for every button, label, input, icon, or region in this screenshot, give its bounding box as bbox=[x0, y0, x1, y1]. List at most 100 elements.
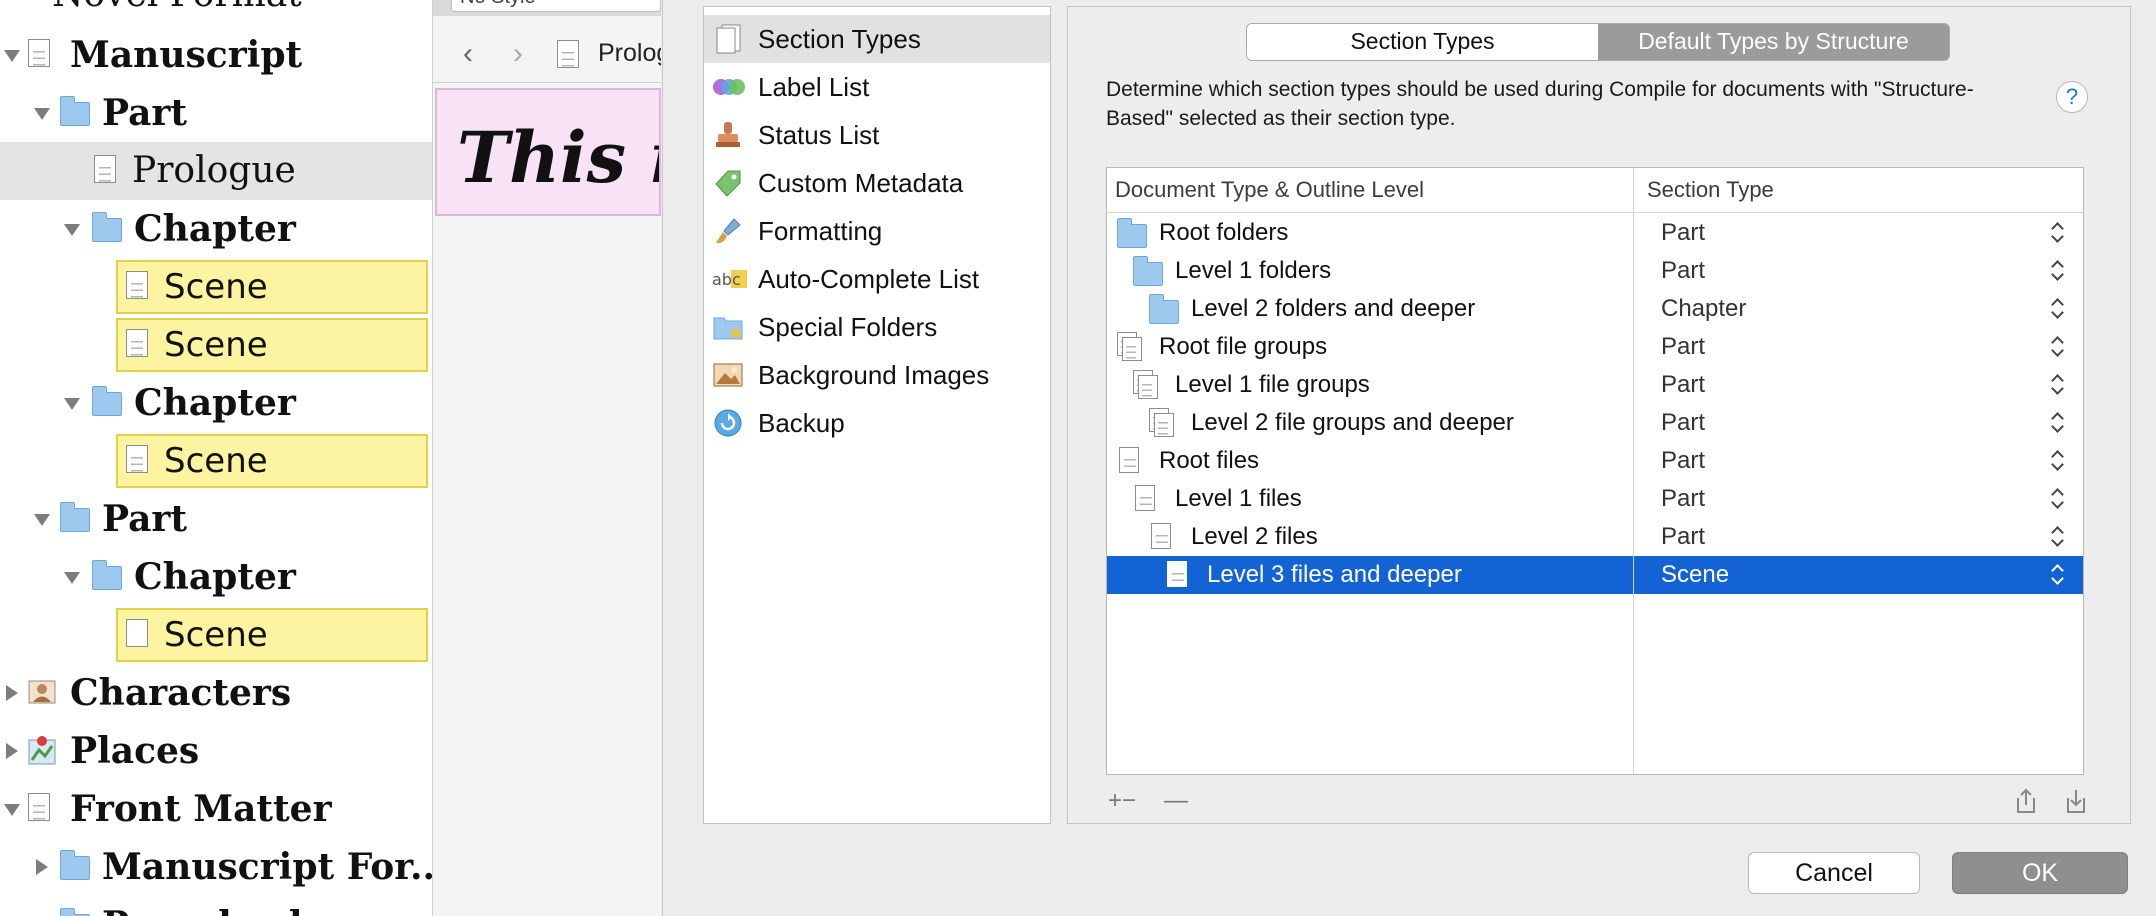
panel-tab-switcher: Section Types Default Types by Structure bbox=[1246, 23, 1950, 61]
disclosure-down-icon[interactable] bbox=[64, 224, 80, 236]
section-type-select[interactable]: Part bbox=[1661, 214, 1705, 252]
sidebar-item-custom-metadata[interactable]: Custom Metadata bbox=[704, 159, 1050, 207]
disclosure-down-icon[interactable] bbox=[64, 398, 80, 410]
folder-icon bbox=[1132, 256, 1163, 286]
disclosure-right-icon[interactable] bbox=[6, 743, 18, 759]
front-matter-icon bbox=[28, 793, 50, 821]
binder-row-manuscript[interactable]: Manuscript bbox=[0, 26, 432, 84]
editor-breadcrumb[interactable]: Prolog bbox=[598, 39, 661, 68]
panel-description: Determine which section types should be … bbox=[1106, 78, 1974, 130]
binder-item-label: Characters bbox=[70, 672, 292, 714]
select-stepper-icon[interactable] bbox=[2051, 259, 2063, 283]
section-type-select[interactable]: Part bbox=[1661, 404, 1705, 442]
binder-row-manuscript-format[interactable]: Manuscript For... bbox=[0, 838, 432, 896]
binder-row-novel-format[interactable]: Novel Format bbox=[0, 0, 432, 24]
sidebar-item-label: Custom Metadata bbox=[758, 168, 964, 198]
table-row[interactable]: Level 2 file groups and deeper Part bbox=[1107, 404, 2083, 442]
brush-icon bbox=[712, 216, 744, 246]
scene-highlight bbox=[116, 434, 428, 488]
table-row[interactable]: Root files Part bbox=[1107, 442, 2083, 480]
export-icon[interactable] bbox=[2014, 787, 2038, 826]
sidebar-item-label-list[interactable]: Label List bbox=[704, 63, 1050, 111]
binder-row-characters[interactable]: Characters bbox=[0, 664, 432, 722]
table-row-selected[interactable]: Level 3 files and deeper Scene bbox=[1107, 556, 2083, 594]
select-stepper-icon[interactable] bbox=[2051, 563, 2063, 587]
tab-section-types[interactable]: Section Types bbox=[1247, 24, 1598, 60]
style-selector[interactable]: No Style bbox=[451, 0, 661, 12]
select-stepper-icon[interactable] bbox=[2051, 335, 2063, 359]
binder-row-part[interactable]: Part bbox=[0, 490, 432, 548]
binder-row-places[interactable]: Places bbox=[0, 722, 432, 780]
section-type-select[interactable]: Part bbox=[1661, 328, 1705, 366]
sidebar-item-formatting[interactable]: Formatting bbox=[704, 207, 1050, 255]
row-label: Root files bbox=[1159, 447, 1260, 474]
binder-row-prologue[interactable]: Prologue bbox=[0, 142, 432, 200]
editor-text-area[interactable]: This is bbox=[435, 88, 661, 216]
column-header-document-type[interactable]: Document Type & Outline Level bbox=[1115, 168, 1424, 212]
disclosure-down-icon[interactable] bbox=[34, 108, 50, 120]
column-header-section-type[interactable]: Section Type bbox=[1647, 168, 1774, 212]
row-label: Level 2 folders and deeper bbox=[1191, 295, 1476, 322]
binder-item-label: Chapter bbox=[134, 382, 296, 424]
section-type-select[interactable]: Scene bbox=[1661, 556, 1729, 594]
select-stepper-icon[interactable] bbox=[2051, 373, 2063, 397]
import-icon[interactable] bbox=[2064, 787, 2088, 826]
binder-row-part[interactable]: Part bbox=[0, 84, 432, 142]
disclosure-right-icon[interactable] bbox=[6, 685, 18, 701]
table-row[interactable]: Level 1 folders Part bbox=[1107, 252, 2083, 290]
sidebar-item-background-images[interactable]: Background Images bbox=[704, 351, 1050, 399]
section-type-select[interactable]: Part bbox=[1661, 518, 1705, 556]
back-arrow-icon[interactable]: ‹ bbox=[463, 39, 473, 69]
document-icon bbox=[557, 40, 579, 68]
binder-row-scene[interactable]: Scene bbox=[0, 432, 432, 490]
sidebar-item-section-types[interactable]: Section Types bbox=[704, 15, 1050, 63]
row-label: Level 1 file groups bbox=[1175, 371, 1370, 398]
select-stepper-icon[interactable] bbox=[2051, 449, 2063, 473]
disclosure-down-icon[interactable] bbox=[34, 514, 50, 526]
disclosure-down-icon[interactable] bbox=[64, 572, 80, 584]
disclosure-down-icon[interactable] bbox=[4, 50, 20, 62]
disclosure-right-icon[interactable] bbox=[36, 859, 48, 875]
cancel-button[interactable]: Cancel bbox=[1748, 852, 1920, 894]
binder-row-scene[interactable]: Scene bbox=[0, 258, 432, 316]
binder-row-chapter[interactable]: Chapter bbox=[0, 200, 432, 258]
section-type-select[interactable]: Part bbox=[1661, 252, 1705, 290]
section-type-select[interactable]: Part bbox=[1661, 442, 1705, 480]
table-row[interactable]: Level 1 file groups Part bbox=[1107, 366, 2083, 404]
section-type-select[interactable]: Part bbox=[1661, 366, 1705, 404]
disclosure-down-icon[interactable] bbox=[4, 804, 20, 816]
select-stepper-icon[interactable] bbox=[2051, 297, 2063, 321]
select-stepper-icon[interactable] bbox=[2051, 525, 2063, 549]
table-row[interactable]: Level 2 files Part bbox=[1107, 518, 2083, 556]
binder-row-chapter[interactable]: Chapter bbox=[0, 548, 432, 606]
binder-item-label: Chapter bbox=[134, 556, 296, 598]
forward-arrow-icon[interactable]: › bbox=[513, 39, 523, 69]
select-stepper-icon[interactable] bbox=[2051, 487, 2063, 511]
table-row[interactable]: Level 1 files Part bbox=[1107, 480, 2083, 518]
table-row[interactable]: Level 2 folders and deeper Chapter bbox=[1107, 290, 2083, 328]
binder-item-label: Chapter bbox=[134, 208, 296, 250]
tab-default-types-by-structure[interactable]: Default Types by Structure bbox=[1598, 24, 1949, 60]
section-type-select[interactable]: Part bbox=[1661, 480, 1705, 518]
add-row-button[interactable]: +− bbox=[1108, 783, 1136, 819]
table-row[interactable]: Root file groups Part bbox=[1107, 328, 2083, 366]
sidebar-item-label: Background Images bbox=[758, 360, 990, 390]
sidebar-item-special-folders[interactable]: Special Folders bbox=[704, 303, 1050, 351]
sidebar-item-status-list[interactable]: Status List bbox=[704, 111, 1050, 159]
section-type-select[interactable]: Chapter bbox=[1661, 290, 1746, 328]
select-stepper-icon[interactable] bbox=[2051, 221, 2063, 245]
binder-row-paperback[interactable]: Paperback bbox=[0, 896, 432, 916]
ok-button[interactable]: OK bbox=[1952, 852, 2128, 894]
remove-row-button[interactable]: — bbox=[1164, 783, 1188, 819]
binder-row-front-matter[interactable]: Front Matter bbox=[0, 780, 432, 838]
binder-row-chapter[interactable]: Chapter bbox=[0, 374, 432, 432]
table-row[interactable]: Root folders Part bbox=[1107, 214, 2083, 252]
sidebar-item-backup[interactable]: Backup bbox=[704, 399, 1050, 447]
help-button[interactable]: ? bbox=[2056, 81, 2088, 113]
format-bar: No Style bbox=[433, 0, 661, 16]
binder-row-scene[interactable]: Scene bbox=[0, 606, 432, 664]
document-icon bbox=[94, 155, 116, 183]
select-stepper-icon[interactable] bbox=[2051, 411, 2063, 435]
binder-row-scene[interactable]: Scene bbox=[0, 316, 432, 374]
sidebar-item-auto-complete-list[interactable]: abc Auto-Complete List bbox=[704, 255, 1050, 303]
